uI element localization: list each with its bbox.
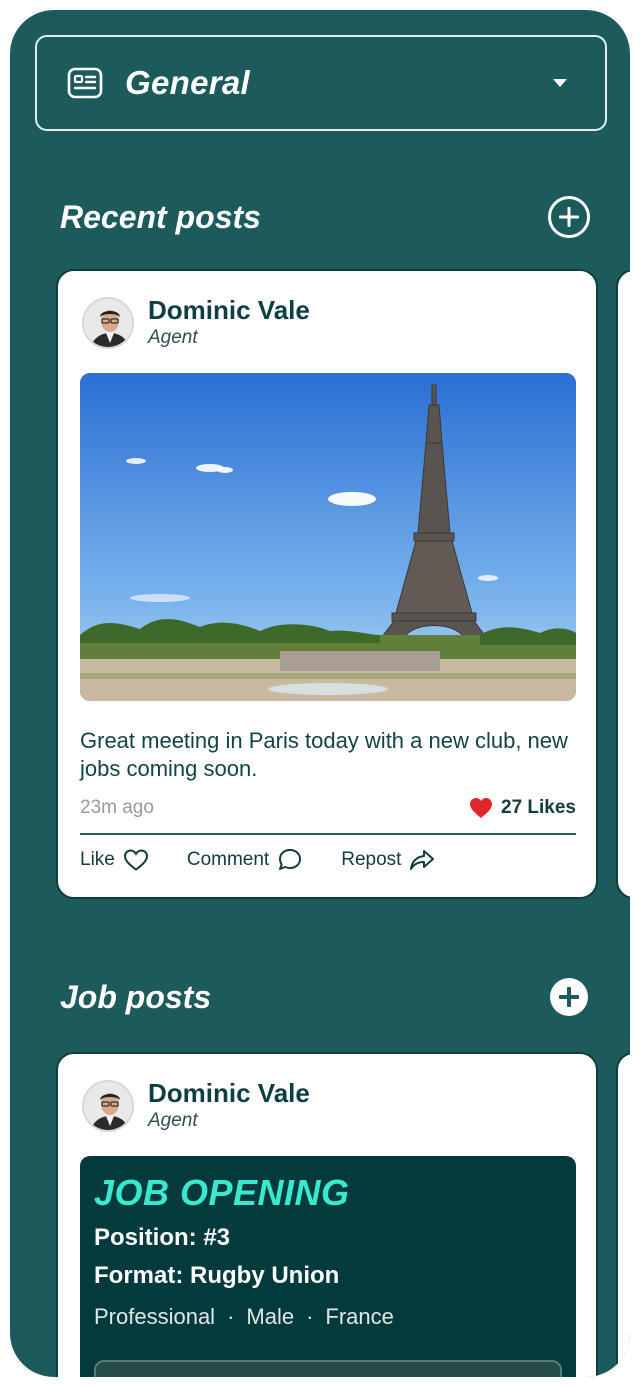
post-meta: 23m ago 27 Likes (80, 797, 576, 819)
app-screen: General Recent posts Dominic Vale Agent … (10, 10, 630, 1377)
category-label: General (125, 64, 250, 101)
job-tags: Professional · Male · France (94, 1304, 562, 1330)
comment-button[interactable]: Comment (187, 847, 303, 873)
job-tag-gender: Male (246, 1304, 295, 1329)
job-tag-level: Professional (94, 1304, 216, 1329)
job-tag-country: France (325, 1304, 394, 1329)
recent-posts-header: Recent posts (60, 196, 590, 238)
likes-label: 27 Likes (501, 797, 576, 818)
post-image-eiffel-tower[interactable] (80, 373, 576, 701)
comment-bubble-icon (279, 849, 302, 870)
avatar (82, 1080, 134, 1132)
id-card-icon (67, 67, 103, 99)
author-name: Dominic Vale (148, 1078, 310, 1108)
like-button[interactable]: Like (80, 848, 149, 872)
job-post-card: Dominic Vale Agent JOB OPENING Position:… (56, 1052, 598, 1377)
post-time: 23m ago (80, 797, 154, 818)
post-card: Dominic Vale Agent Great meeting in Pari… (56, 269, 598, 899)
tag-separator: · (306, 1304, 314, 1329)
caret-down-icon (553, 79, 567, 87)
job-format: Format: Rugby Union (94, 1262, 340, 1289)
author-role: Agent (148, 1110, 198, 1131)
tag-separator: · (227, 1304, 235, 1329)
like-label: Like (80, 849, 115, 870)
recent-posts-title: Recent posts (60, 198, 261, 235)
job-posts-header: Job posts (60, 978, 590, 1016)
job-position: Position: #3 (94, 1224, 231, 1251)
job-posts-title: Job posts (60, 978, 212, 1015)
category-selector[interactable]: General (35, 35, 607, 131)
job-apply-button[interactable] (94, 1360, 562, 1377)
post-actions: Like Comment Repost (80, 847, 473, 873)
job-opening-banner[interactable]: JOB OPENING Position: #3 Format: Rugby U… (80, 1156, 576, 1377)
add-job-plus-filled-icon[interactable] (550, 978, 588, 1016)
job-post-author[interactable]: Dominic Vale Agent (82, 1078, 310, 1134)
post-text: Great meeting in Paris today with a new … (80, 728, 568, 781)
avatar (82, 297, 134, 349)
next-post-card-peek[interactable] (616, 269, 630, 899)
repost-label: Repost (341, 849, 402, 870)
divider (80, 833, 576, 835)
heart-outline-icon (123, 849, 148, 871)
comment-label: Comment (186, 849, 270, 870)
repost-button[interactable]: Repost (341, 848, 435, 872)
job-opening-heading: JOB OPENING (94, 1172, 350, 1213)
post-author[interactable]: Dominic Vale Agent (82, 295, 310, 351)
author-role: Agent (148, 327, 198, 348)
heart-filled-icon (470, 798, 492, 818)
share-arrow-icon (410, 850, 435, 870)
likes-count[interactable]: 27 Likes (469, 797, 576, 819)
author-name: Dominic Vale (148, 295, 310, 325)
add-post-plus-circle-icon[interactable] (548, 196, 590, 238)
next-job-card-peek[interactable] (616, 1052, 630, 1377)
